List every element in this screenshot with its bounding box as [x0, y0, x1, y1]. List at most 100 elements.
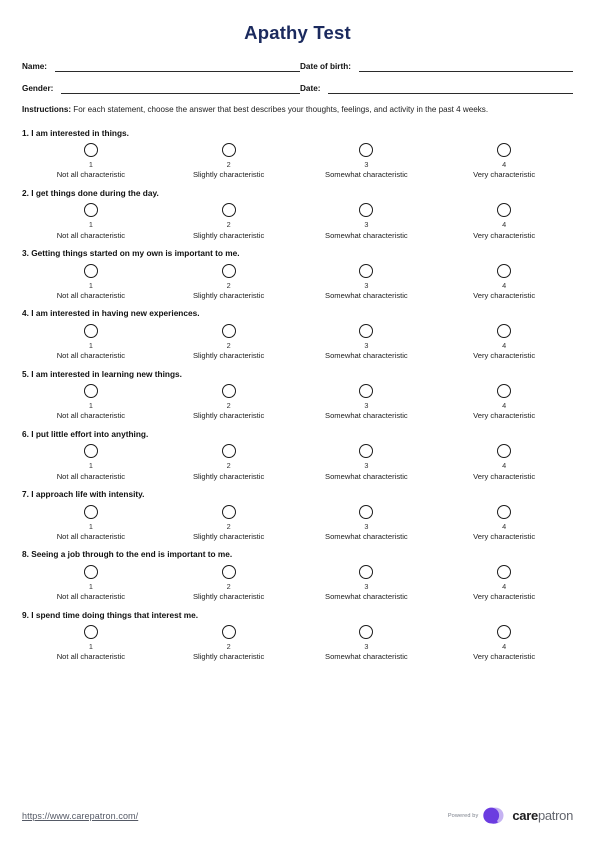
radio-button[interactable]: [497, 444, 512, 459]
option-number: 1: [88, 340, 93, 350]
option-1[interactable]: 1 Not all characteristic: [22, 384, 160, 420]
question-options: 1 Not all characteristic 2 Slightly charact…: [22, 384, 573, 420]
option-4[interactable]: 4 Very characteristic: [435, 263, 573, 300]
option-number: 4: [502, 461, 507, 471]
option-2[interactable]: 2 Slightly characteristic: [160, 143, 298, 179]
option-1[interactable]: 1 Not all characteristic: [22, 504, 160, 541]
option-2[interactable]: 2 Slightly characteristic: [160, 625, 298, 661]
option-1[interactable]: 1 Not all characteristic: [22, 444, 160, 480]
radio-button[interactable]: [83, 143, 98, 158]
instructions: Instructions: For each statement, choose…: [22, 105, 573, 116]
option-3[interactable]: 3 Somewhat characteristic: [298, 203, 436, 239]
date-input[interactable]: [328, 83, 573, 95]
radio-button[interactable]: [497, 263, 512, 278]
option-1[interactable]: 1 Not all characteristic: [22, 263, 160, 300]
radio-button[interactable]: [221, 143, 236, 158]
radio-button[interactable]: [83, 203, 98, 218]
gender-input[interactable]: [61, 83, 300, 95]
field-row-1: Name: Date of birth:: [22, 61, 573, 73]
radio-button[interactable]: [221, 263, 236, 278]
radio-button[interactable]: [359, 444, 374, 459]
radio-button[interactable]: [221, 323, 236, 338]
option-label: Somewhat characteristic: [325, 411, 408, 421]
option-1[interactable]: 1 Not all characteristic: [22, 564, 160, 602]
option-3[interactable]: 3 Somewhat characteristic: [298, 504, 436, 541]
option-2[interactable]: 2 Slightly characteristic: [160, 384, 298, 420]
option-3[interactable]: 3 Somewhat characteristic: [298, 444, 436, 480]
option-2[interactable]: 2 Slightly characteristic: [160, 444, 298, 480]
radio-button[interactable]: [497, 625, 512, 640]
option-3[interactable]: 3 Somewhat characteristic: [298, 263, 436, 300]
radio-button[interactable]: [359, 625, 374, 640]
radio-button[interactable]: [359, 323, 374, 338]
option-1[interactable]: 1 Not all characteristic: [22, 143, 160, 179]
option-2[interactable]: 2 Slightly characteristic: [160, 263, 298, 300]
radio-button[interactable]: [359, 504, 374, 519]
option-3[interactable]: 3 Somewhat characteristic: [298, 384, 436, 420]
radio-button[interactable]: [83, 564, 98, 579]
question-options: 1 Not all characteristic 2 Slightly charact…: [22, 203, 573, 239]
option-1[interactable]: 1 Not all characteristic: [22, 203, 160, 239]
option-label: Not all characteristic: [56, 592, 126, 602]
date-of-birth-input[interactable]: [358, 61, 573, 73]
option-label: Slightly characteristic: [192, 230, 265, 240]
radio-button[interactable]: [359, 384, 374, 399]
radio-button[interactable]: [497, 143, 512, 158]
radio-button[interactable]: [83, 323, 98, 338]
radio-button[interactable]: [359, 564, 374, 579]
option-2[interactable]: 2 Slightly characteristic: [160, 323, 298, 360]
radio-button[interactable]: [221, 504, 236, 519]
radio-button[interactable]: [221, 203, 236, 218]
option-4[interactable]: 4 Very characteristic: [435, 143, 573, 179]
option-3[interactable]: 3 Somewhat characteristic: [298, 625, 436, 661]
option-4[interactable]: 4 Very characteristic: [435, 504, 573, 541]
radio-button[interactable]: [221, 564, 236, 579]
radio-button[interactable]: [497, 504, 512, 519]
option-number: 3: [364, 160, 369, 170]
option-2[interactable]: 2 Slightly characteristic: [160, 504, 298, 541]
radio-button[interactable]: [497, 323, 512, 338]
option-4[interactable]: 4 Very characteristic: [435, 625, 573, 661]
radio-button[interactable]: [83, 625, 98, 640]
radio-button[interactable]: [497, 384, 512, 399]
radio-button[interactable]: [497, 564, 512, 579]
option-label: Slightly characteristic: [192, 290, 265, 300]
document-page: Apathy Test Name: Date of birth: Gender:…: [0, 0, 595, 842]
radio-button[interactable]: [359, 143, 374, 158]
question-options: 1 Not all characteristic 2 Slightly charact…: [22, 625, 573, 661]
option-label: Somewhat characteristic: [325, 170, 408, 180]
option-4[interactable]: 4 Very characteristic: [435, 564, 573, 601]
option-1[interactable]: 1 Not all characteristic: [22, 323, 160, 360]
radio-button[interactable]: [359, 263, 374, 278]
question-text: 2. I get things done during the day.: [22, 187, 159, 198]
option-4[interactable]: 4 Very characteristic: [435, 384, 573, 420]
option-2[interactable]: 2 Slightly characteristic: [160, 203, 298, 239]
question-options: 1 Not all characteristic 2 Slightly charact…: [22, 444, 573, 480]
radio-button[interactable]: [359, 203, 374, 218]
radio-button[interactable]: [221, 444, 236, 459]
radio-button[interactable]: [221, 384, 236, 399]
radio-button[interactable]: [83, 504, 98, 519]
name-input[interactable]: [55, 61, 300, 73]
option-label: Very characteristic: [473, 170, 536, 180]
option-number: 4: [502, 642, 507, 652]
radio-button[interactable]: [83, 384, 98, 399]
option-label: Not all characteristic: [56, 230, 126, 240]
radio-button[interactable]: [221, 625, 236, 640]
question-item: 7. I approach life with intensity. 1 Not a…: [22, 489, 573, 540]
option-3[interactable]: 3 Somewhat characteristic: [298, 143, 436, 179]
option-4[interactable]: 4 Very characteristic: [435, 444, 573, 480]
option-3[interactable]: 3 Somewhat characteristic: [298, 564, 436, 601]
option-number: 1: [88, 280, 93, 290]
radio-button[interactable]: [83, 263, 98, 278]
option-label: Slightly characteristic: [192, 652, 265, 662]
option-4[interactable]: 4 Very characteristic: [435, 323, 573, 360]
option-2[interactable]: 2 Slightly characteristic: [160, 564, 298, 601]
option-4[interactable]: 4 Very characteristic: [435, 203, 573, 239]
option-1[interactable]: 1 Not all characteristic: [22, 625, 160, 661]
radio-button[interactable]: [83, 444, 98, 459]
radio-button[interactable]: [497, 203, 512, 218]
carepatron-url-link[interactable]: https://www.carepatron.com/: [22, 811, 138, 821]
option-3[interactable]: 3 Somewhat characteristic: [298, 323, 436, 360]
option-number: 2: [226, 461, 231, 471]
